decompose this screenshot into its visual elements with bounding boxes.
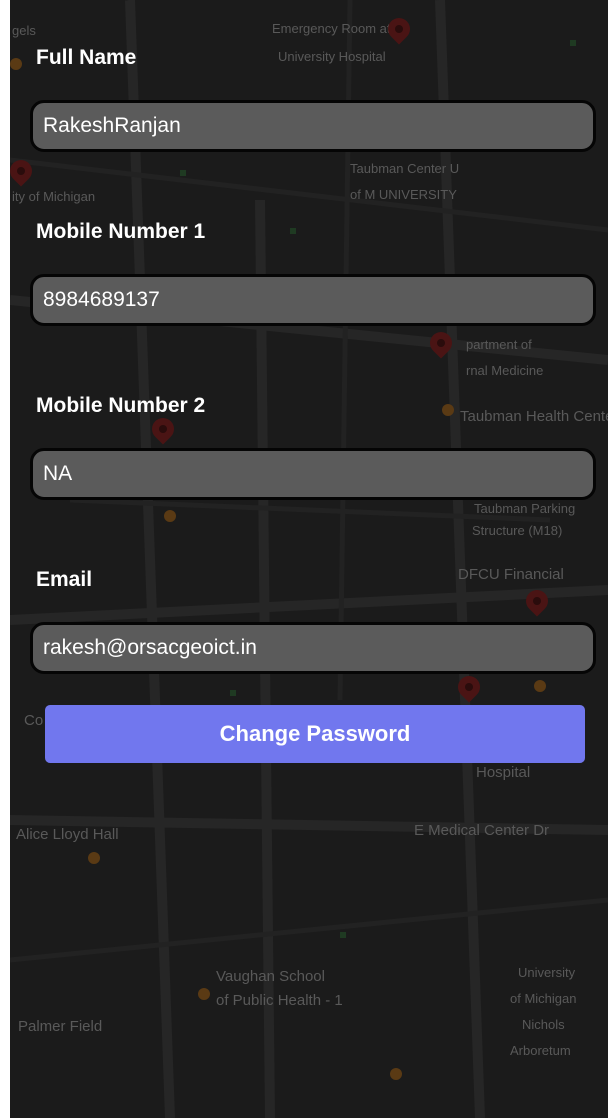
map-label: Taubman Parking bbox=[474, 501, 576, 516]
change-password-button[interactable]: Change Password bbox=[45, 705, 585, 763]
profile-screen: gels Emergency Room at University Hospit… bbox=[10, 0, 608, 1118]
map-marker bbox=[180, 170, 186, 176]
map-label: E Medical Center Dr bbox=[414, 822, 550, 839]
map-label: Nichols bbox=[522, 1017, 565, 1032]
map-label: rnal Medicine bbox=[466, 363, 544, 378]
map-label: Taubman Health Center bbox=[460, 408, 608, 425]
map-label: Structure (M18) bbox=[472, 523, 563, 538]
map-background: gels Emergency Room at University Hospit… bbox=[10, 0, 608, 1118]
mobile-number-1-label: Mobile Number 1 bbox=[36, 220, 206, 243]
map-marker bbox=[290, 228, 296, 234]
hospital-icon bbox=[164, 510, 176, 522]
map-label: of M UNIVERSITY bbox=[350, 187, 457, 202]
map-label: Vaughan School bbox=[216, 968, 325, 985]
mobile-number-2-label: Mobile Number 2 bbox=[36, 394, 206, 417]
map-label: partment of bbox=[466, 337, 532, 352]
email-label: Email bbox=[36, 568, 93, 591]
map-marker bbox=[230, 690, 236, 696]
map-label: DFCU Financial bbox=[458, 566, 564, 583]
map-roads bbox=[10, 0, 608, 1118]
map-label: Emergency Room at bbox=[272, 21, 391, 36]
poi-icon bbox=[10, 58, 22, 70]
poi-icon bbox=[198, 988, 210, 1000]
mobile-number-2-field[interactable]: NA bbox=[30, 448, 596, 500]
map-label: of Public Health - 1 bbox=[216, 992, 343, 1009]
mobile-number-1-field[interactable]: 8984689137 bbox=[30, 274, 596, 326]
map-label: University Hospital bbox=[278, 49, 386, 64]
map-label: University bbox=[518, 965, 576, 980]
map-label: Co bbox=[24, 712, 44, 729]
map-marker bbox=[340, 932, 346, 938]
map-label: Taubman Center U bbox=[350, 161, 460, 176]
hospital-icon bbox=[442, 404, 454, 416]
full-name-label: Full Name bbox=[36, 46, 137, 69]
map-marker bbox=[570, 40, 576, 46]
map-label: ity of Michigan bbox=[12, 189, 96, 204]
poi-icon bbox=[88, 852, 100, 864]
poi-icon bbox=[534, 680, 546, 692]
map-label: gels bbox=[12, 23, 36, 38]
map-label: Hospital bbox=[476, 764, 531, 781]
map-label: of Michigan bbox=[510, 991, 577, 1006]
poi-icon bbox=[390, 1068, 402, 1080]
full-name-field[interactable]: RakeshRanjan bbox=[30, 100, 596, 152]
map-label: Palmer Field bbox=[18, 1018, 103, 1035]
map-label: Arboretum bbox=[510, 1043, 571, 1058]
map-label: Alice Lloyd Hall bbox=[16, 826, 119, 843]
email-field[interactable]: rakesh@orsacgeoict.in bbox=[30, 622, 596, 674]
